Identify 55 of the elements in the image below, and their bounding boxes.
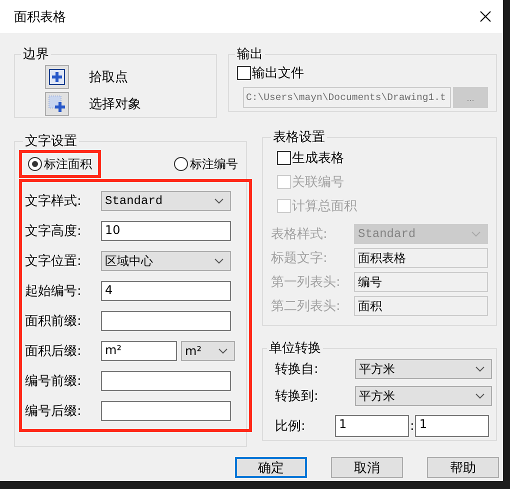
text-field[interactable]: 4	[101, 281, 231, 301]
action-label: 选择对象	[89, 96, 141, 113]
field-label: 编号后缀:	[25, 403, 82, 420]
text-field[interactable]	[101, 371, 231, 391]
plus-icon	[49, 69, 65, 85]
ratio-field[interactable]: 1	[415, 415, 490, 437]
window-title: 面积表格	[14, 8, 66, 26]
text-field[interactable]	[101, 401, 231, 421]
dropdown[interactable]: 区域中心	[101, 251, 231, 271]
field-label: 表格样式:	[271, 226, 328, 243]
field-label: 第二列表头:	[271, 298, 342, 315]
tool-button[interactable]	[45, 65, 69, 89]
dropdown[interactable]: m²	[181, 341, 235, 361]
dialog-button[interactable]: 帮助	[427, 457, 499, 478]
checkbox[interactable]: 生成表格	[277, 148, 496, 168]
radio-option[interactable]: 标注面积	[19, 150, 101, 178]
field-label: 面积后缀:	[25, 343, 82, 360]
group-title: 表格设置	[272, 129, 326, 146]
chevron-down-icon	[475, 393, 485, 399]
dropdown[interactable]: 平方米	[355, 386, 492, 406]
field-label: 标题文字:	[271, 250, 328, 267]
field-label: 文字位置:	[25, 253, 82, 270]
radio-option[interactable]: 标注编号	[165, 150, 247, 178]
ratio-field[interactable]: 1	[335, 415, 409, 437]
chevron-down-icon	[218, 348, 228, 354]
chevron-down-icon	[214, 258, 224, 264]
field-label: 文字高度:	[25, 223, 82, 240]
text-field[interactable]: 10	[101, 221, 231, 241]
group-title: 输出	[236, 46, 264, 63]
field-label: 第一列表头:	[271, 274, 342, 291]
text-field[interactable]: m²	[101, 341, 177, 361]
field-label: 转换到:	[275, 388, 320, 405]
tool-button[interactable]	[45, 92, 69, 116]
group-title: 文字设置	[24, 133, 78, 150]
field-label: 起始编号:	[25, 283, 82, 300]
close-icon[interactable]	[480, 11, 491, 22]
checkbox[interactable]: 输出文件	[237, 63, 488, 83]
ratio-separator: :	[410, 418, 414, 434]
field-label: 面积前缀:	[25, 313, 82, 330]
group-title: 边界	[22, 46, 50, 63]
field-label: 编号前缀:	[25, 373, 82, 390]
chevron-down-icon	[475, 366, 485, 372]
chevron-down-icon	[471, 231, 481, 237]
dropdown[interactable]: Standard	[101, 191, 231, 211]
chevron-down-icon	[214, 198, 224, 204]
add-selection-icon	[48, 95, 66, 113]
dialog-button[interactable]: 取消	[331, 457, 403, 478]
field-label: 文字样式:	[25, 193, 82, 210]
text-field[interactable]	[101, 311, 231, 331]
field-label: 比例:	[275, 418, 306, 435]
action-label: 拾取点	[89, 69, 128, 86]
group-title: 单位转换	[268, 340, 322, 357]
dialog-button[interactable]: 确定	[235, 457, 307, 478]
field-label: 转换自:	[275, 361, 320, 378]
dropdown[interactable]: 平方米	[355, 359, 492, 379]
